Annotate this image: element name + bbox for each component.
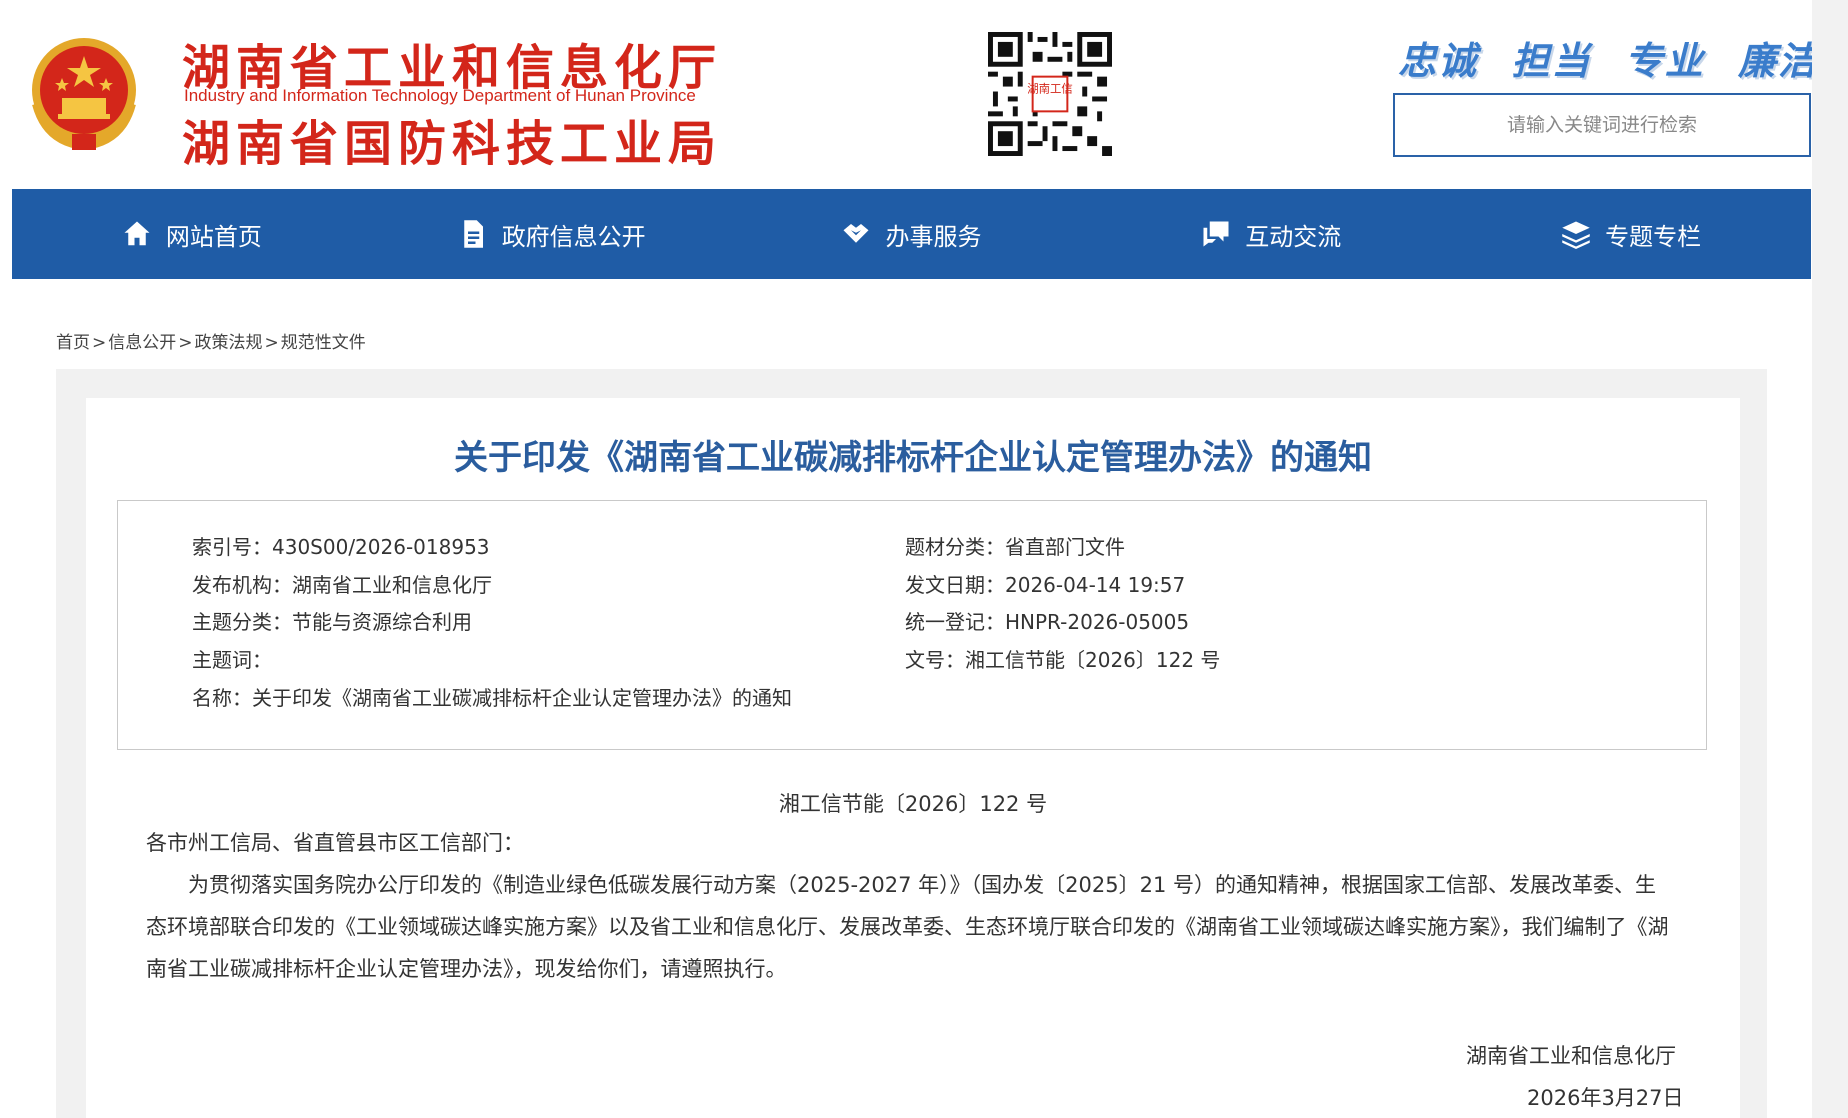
slogan-row: 忠诚 担当 专业 廉洁 xyxy=(1398,30,1818,83)
nav-item-special-topics[interactable]: 专题专栏 xyxy=(1451,189,1811,279)
national-emblem-icon xyxy=(32,38,136,151)
document-meta-box: 索引号：430S00/2026-018953 发布机构：湖南省工业和信息化厅 主… xyxy=(117,500,1707,750)
nav-item-home[interactable]: 网站首页 xyxy=(12,189,372,279)
meta-registration: 统一登记：HNPR-2026-05005 xyxy=(905,610,1190,634)
nav-item-services[interactable]: 办事服务 xyxy=(732,189,1092,279)
nav-item-label: 专题专栏 xyxy=(1605,222,1702,251)
qr-center-label: 湖南工信 xyxy=(1027,82,1073,96)
breadcrumb-separator: > xyxy=(264,333,279,353)
meta-issue-date: 发文日期：2026-04-14 19:57 xyxy=(905,573,1186,597)
search-input[interactable] xyxy=(1393,93,1811,157)
nav-item-label: 办事服务 xyxy=(885,222,982,251)
qr-code-icon: 湖南工信 xyxy=(988,32,1112,156)
meta-publisher: 发布机构：湖南省工业和信息化厅 xyxy=(192,573,492,597)
slogan-loyalty: 忠诚 xyxy=(1398,39,1479,83)
page-title: 关于印发《湖南省工业碳减排标杆企业认定管理办法》的通知 xyxy=(454,438,1372,478)
nav-item-label: 政府信息公开 xyxy=(501,222,646,251)
nav-item-interaction[interactable]: 互动交流 xyxy=(1091,189,1451,279)
meta-topic: 主题分类：节能与资源综合利用 xyxy=(192,610,472,634)
page-edge-strip xyxy=(1812,0,1848,1118)
meta-doc-number: 文号：湘工信节能〔2026〕122 号 xyxy=(905,648,1221,672)
nav-item-gov-info[interactable]: 政府信息公开 xyxy=(372,189,732,279)
main-nav: 网站首页 政府信息公开 办事服务 互动交流 专题专栏 xyxy=(12,189,1811,279)
nav-item-label: 互动交流 xyxy=(1245,222,1342,251)
breadcrumb-info[interactable]: 信息公开 xyxy=(108,333,176,353)
home-icon xyxy=(124,221,150,246)
document-icon xyxy=(463,220,483,248)
breadcrumb-separator: > xyxy=(178,333,193,353)
meta-name: 名称：关于印发《湖南省工业碳减排标杆企业认定管理办法》的通知 xyxy=(192,686,792,710)
chat-icon xyxy=(1203,221,1229,247)
signature-org: 湖南省工业和信息化厅 xyxy=(1466,1044,1676,1068)
layers-icon xyxy=(1562,221,1590,249)
body-paragraph: 为贯彻落实国务院办公厅印发的《制造业绿色低碳发展行动方案（2025-2027 年… xyxy=(146,873,1669,981)
meta-index-no: 索引号：430S00/2026-018953 xyxy=(192,535,490,559)
slogan-professional: 专业 xyxy=(1624,39,1705,83)
nav-item-label: 网站首页 xyxy=(165,222,262,251)
breadcrumb-normative[interactable]: 规范性文件 xyxy=(281,333,366,353)
breadcrumb: 首页 > 信息公开 > 政策法规 > 规范性文件 xyxy=(56,328,366,353)
meta-keywords: 主题词： xyxy=(192,648,272,672)
document-number: 湘工信节能〔2026〕122 号 xyxy=(778,792,1048,816)
signature-date: 2026年3月27日 xyxy=(1527,1086,1684,1110)
breadcrumb-policy[interactable]: 政策法规 xyxy=(195,333,263,353)
site-title-en: Industry and Information Technology Depa… xyxy=(184,86,696,105)
breadcrumb-separator: > xyxy=(92,333,107,353)
salutation: 各市州工信局、省直管县市区工信部门： xyxy=(146,831,524,855)
site-subtitle-cn: 湖南省国防科技工业局 xyxy=(182,116,723,172)
slogan-responsibility: 担当 xyxy=(1511,39,1592,83)
slogan-integrity: 廉洁 xyxy=(1737,39,1818,83)
meta-genre: 题材分类：省直部门文件 xyxy=(905,535,1125,559)
site-header: 湖南省工业和信息化厅 Industry and Information Tech… xyxy=(0,0,1848,188)
handshake-icon xyxy=(843,224,869,243)
breadcrumb-home[interactable]: 首页 xyxy=(56,333,90,353)
